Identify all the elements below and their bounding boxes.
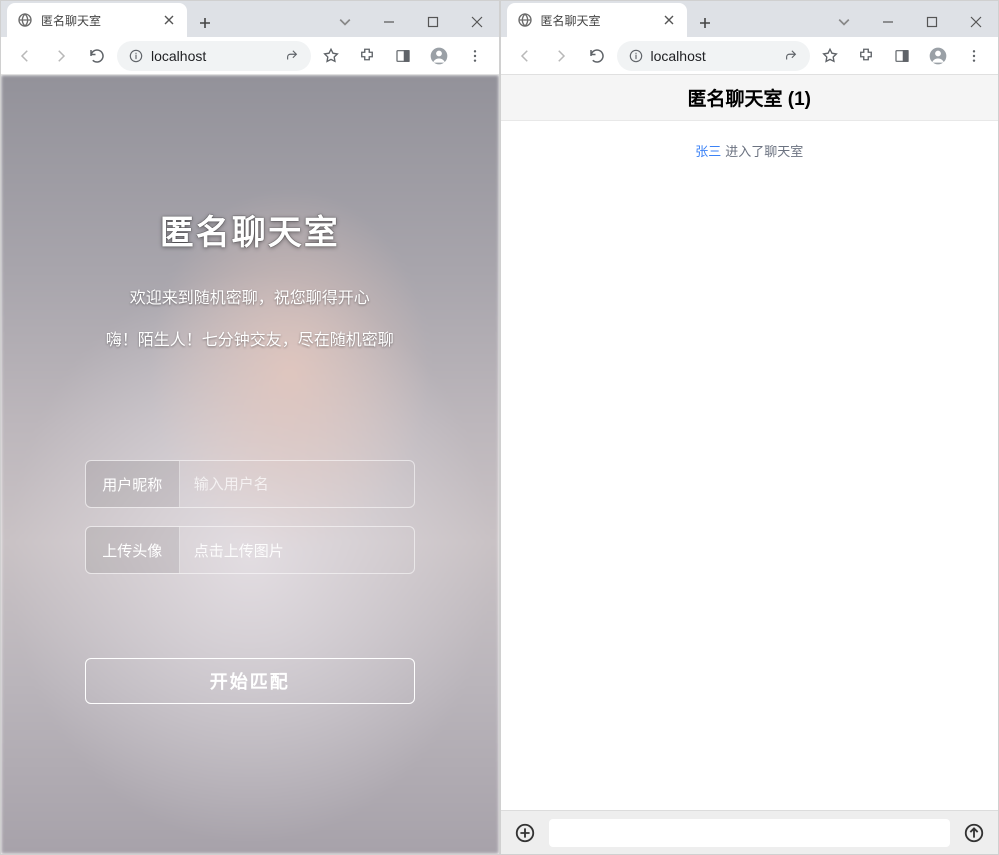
browser-toolbar: localhost <box>501 37 999 75</box>
page-content-chat: 匿名聊天室 (1) 张三 进入了聊天室 <box>501 75 999 854</box>
forward-button[interactable] <box>545 40 577 72</box>
close-icon[interactable] <box>661 12 677 28</box>
chat-header: 匿名聊天室 (1) <box>501 75 999 121</box>
window-minimize-button[interactable] <box>367 7 411 37</box>
chevron-down-icon[interactable] <box>323 7 367 37</box>
welcome-text-1: 欢迎来到随机密聊，祝您聊得开心 <box>130 284 370 308</box>
browser-window-left: 匿名聊天室 <box>0 0 500 855</box>
window-maximize-button[interactable] <box>910 7 954 37</box>
reload-button[interactable] <box>581 40 613 72</box>
back-button[interactable] <box>509 40 541 72</box>
address-bar[interactable]: localhost <box>617 41 811 71</box>
kebab-menu-button[interactable] <box>958 40 990 72</box>
bookmark-button[interactable] <box>814 40 846 72</box>
address-text: localhost <box>651 48 777 64</box>
tab-title: 匿名聊天室 <box>41 12 153 29</box>
share-icon[interactable] <box>784 49 798 63</box>
join-user-name: 张三 <box>695 141 721 160</box>
welcome-text-2: 嗨！陌生人！七分钟交友，尽在随机密聊 <box>106 326 394 350</box>
browser-window-right: 匿名聊天室 <box>500 0 999 855</box>
address-text: localhost <box>151 48 277 64</box>
page-content-login: 匿名聊天室 欢迎来到随机密聊，祝您聊得开心 嗨！陌生人！七分钟交友，尽在随机密聊… <box>1 75 499 854</box>
profile-button[interactable] <box>423 40 455 72</box>
new-tab-button[interactable] <box>191 9 219 37</box>
page-title: 匿名聊天室 <box>160 205 340 254</box>
side-panel-button[interactable] <box>886 40 918 72</box>
kebab-menu-button[interactable] <box>459 40 491 72</box>
login-panel: 匿名聊天室 欢迎来到随机密聊，祝您聊得开心 嗨！陌生人！七分钟交友，尽在随机密聊… <box>1 75 499 854</box>
extensions-button[interactable] <box>850 40 882 72</box>
share-icon[interactable] <box>285 49 299 63</box>
window-minimize-button[interactable] <box>866 7 910 37</box>
avatar-placeholder: 点击上传图片 <box>180 527 414 573</box>
start-match-button[interactable]: 开始匹配 <box>85 658 415 704</box>
avatar-label: 上传头像 <box>86 527 180 573</box>
chat-footer <box>501 810 999 854</box>
tab-bar: 匿名聊天室 <box>1 1 499 37</box>
join-text: 进入了聊天室 <box>725 141 803 160</box>
globe-icon <box>517 12 533 28</box>
browser-toolbar: localhost <box>1 37 499 75</box>
avatar-upload-group[interactable]: 上传头像 点击上传图片 <box>85 526 415 574</box>
chat-messages: 张三 进入了聊天室 <box>501 121 999 810</box>
nickname-group: 用户昵称 <box>85 460 415 508</box>
nickname-input[interactable] <box>180 461 414 507</box>
message-input[interactable] <box>549 819 951 847</box>
new-tab-button[interactable] <box>691 9 719 37</box>
chevron-down-icon[interactable] <box>822 7 866 37</box>
join-notification: 张三 进入了聊天室 <box>501 141 999 160</box>
login-form: 用户昵称 上传头像 点击上传图片 <box>85 460 415 574</box>
extensions-button[interactable] <box>351 40 383 72</box>
side-panel-button[interactable] <box>387 40 419 72</box>
add-attachment-button[interactable] <box>511 819 539 847</box>
tab-anonymous-chat[interactable]: 匿名聊天室 <box>507 3 687 37</box>
info-icon <box>129 49 143 63</box>
tab-anonymous-chat[interactable]: 匿名聊天室 <box>7 3 187 37</box>
profile-button[interactable] <box>922 40 954 72</box>
info-icon <box>629 49 643 63</box>
bookmark-button[interactable] <box>315 40 347 72</box>
globe-icon <box>17 12 33 28</box>
close-icon[interactable] <box>161 12 177 28</box>
tab-title: 匿名聊天室 <box>541 12 653 29</box>
nickname-label: 用户昵称 <box>86 461 180 507</box>
forward-button[interactable] <box>45 40 77 72</box>
reload-button[interactable] <box>81 40 113 72</box>
send-button[interactable] <box>960 819 988 847</box>
tab-bar: 匿名聊天室 <box>501 1 999 37</box>
window-close-button[interactable] <box>455 7 499 37</box>
window-maximize-button[interactable] <box>411 7 455 37</box>
chat-title: 匿名聊天室 (1) <box>687 84 811 111</box>
address-bar[interactable]: localhost <box>117 41 311 71</box>
back-button[interactable] <box>9 40 41 72</box>
window-close-button[interactable] <box>954 7 998 37</box>
